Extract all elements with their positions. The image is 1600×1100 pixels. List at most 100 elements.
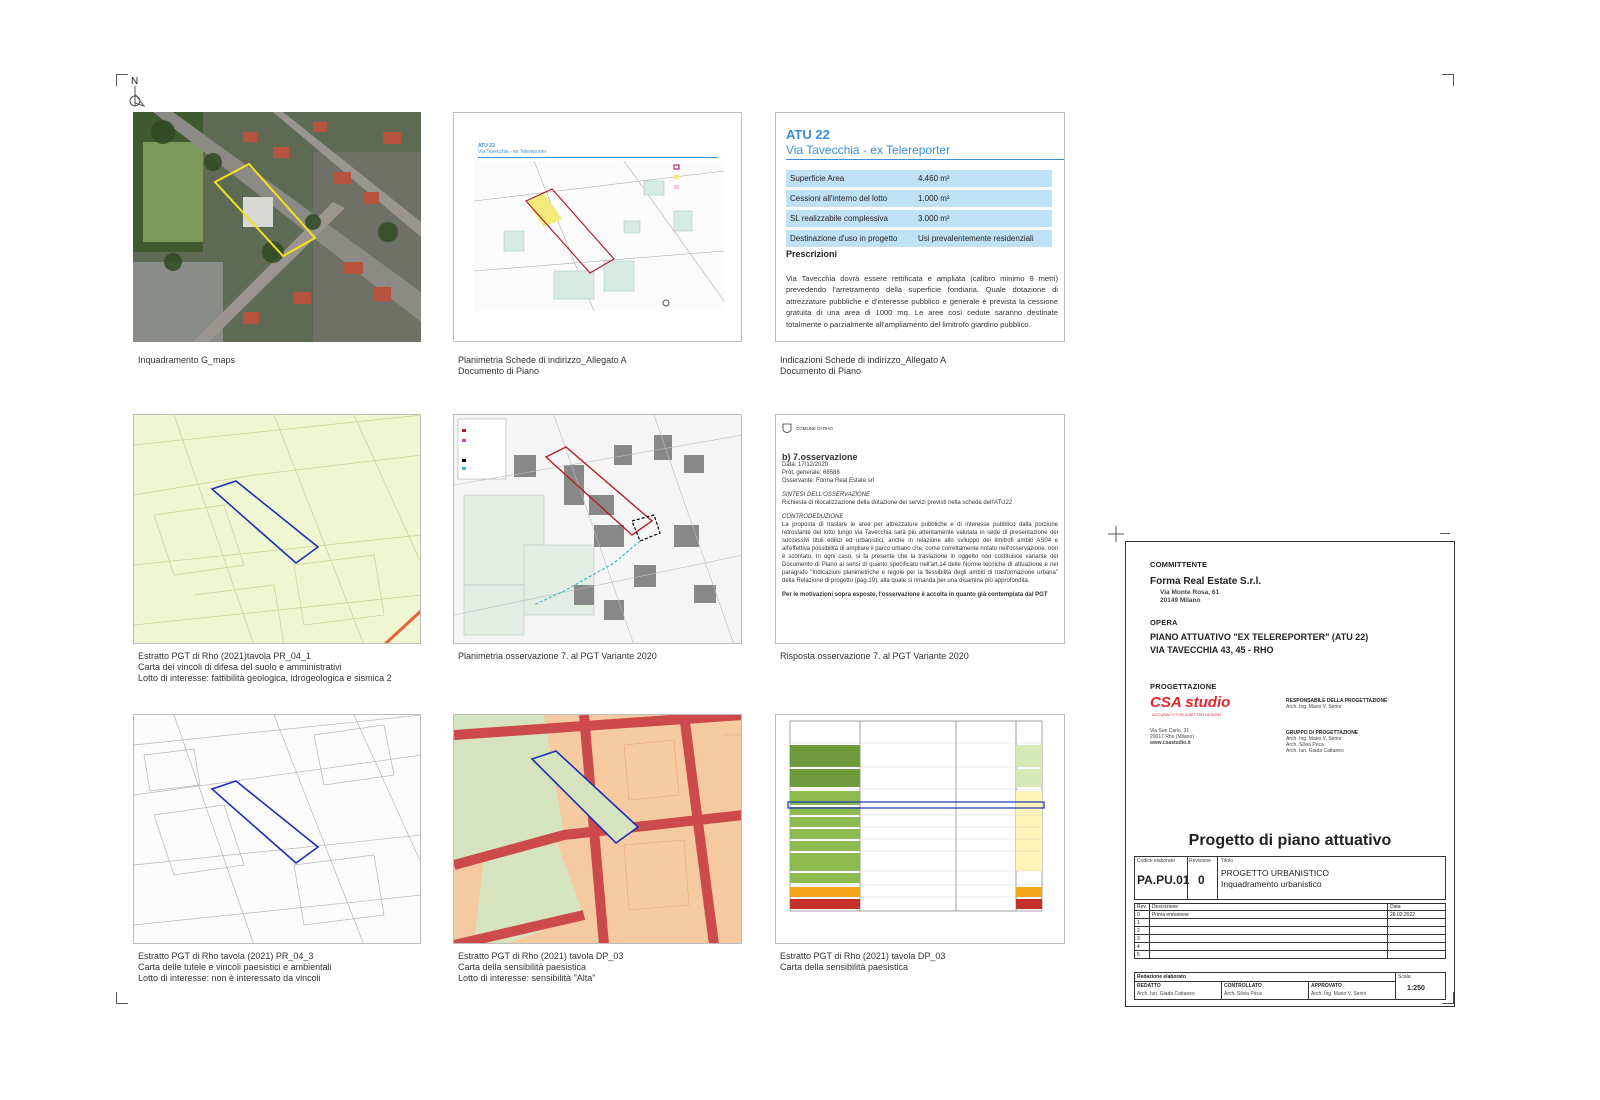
north-arrow: N xyxy=(128,76,154,108)
scala-label: Scala xyxy=(1398,974,1411,980)
dp03-map xyxy=(454,715,741,943)
prescrizioni-heading: Prescrizioni xyxy=(786,249,838,259)
caption-plan-allegato: Planimetria Schede di indirizzo_Allegato… xyxy=(458,355,627,376)
date-header: Data xyxy=(1387,903,1446,911)
aerial-photo xyxy=(133,112,421,342)
atu-key: Destinazione d'uso in progetto xyxy=(786,230,914,247)
pr04-1-map-panel xyxy=(133,414,421,644)
titolo-line-1: PROGETTO URBANISTICO xyxy=(1221,868,1329,878)
studio-logo: CSA studio xyxy=(1150,694,1231,711)
atu-key: SL realizzabile complessiva xyxy=(786,210,914,227)
observation-doc-panel: COMUNE DI RHO b) 7.osservazione Data: 17… xyxy=(775,414,1065,644)
revision-table: Rev. Descrizione Data 0 Prima emissione 28… xyxy=(1134,903,1446,959)
rev-number: 2 xyxy=(1134,926,1150,935)
approvato-name: Arch. Ing. Mario V. Serini xyxy=(1311,991,1367,997)
rev-number: 5 xyxy=(1134,950,1150,959)
rev-number: 0 xyxy=(1134,910,1150,919)
revision-row: 3 xyxy=(1134,934,1446,943)
redatto-label: REDATTO xyxy=(1137,983,1161,989)
redazione-label: Redazione elaborato xyxy=(1137,974,1186,980)
pr04-1-map xyxy=(134,415,420,643)
opera-line-2: VIA TAVECCHIA 43, 45 - RHO xyxy=(1150,645,1274,655)
client-name: Forma Real Estate S.r.l. xyxy=(1150,576,1262,587)
caption-aerial: Inquadramento G_maps xyxy=(138,355,236,365)
caption-pr04-3: Estratto PGT di Rho tavola (2021) PR_04_… xyxy=(138,951,332,983)
atu-value: Usi prevalentemente residenziali xyxy=(914,230,1052,247)
controllato-name: Arch. Silvia Peca xyxy=(1224,991,1262,997)
codice-value: PA.PU.01 xyxy=(1137,873,1190,887)
plan-mini-rule xyxy=(478,157,718,158)
rev-date: 28.02.2022 xyxy=(1387,910,1446,919)
plan-allegato-panel: ATU 22 Via Tavecchia - ex Telereporter xyxy=(453,112,742,342)
signature-block: Redazione elaborato Scala REDATTO CONTRO… xyxy=(1134,972,1446,1000)
sensitivity-table xyxy=(776,715,1064,943)
atu-key: Cessioni all'interno del lotto xyxy=(786,190,914,207)
sintesi-text: Richiesta di rilocalizzazione della dota… xyxy=(782,500,1013,506)
scala-value: 1:250 xyxy=(1407,985,1425,992)
caption-dp03: Estratto PGT di Rho (2021) tavola DP_03 … xyxy=(458,951,624,983)
studio-web: www.csastudio.it xyxy=(1150,740,1191,746)
titolo-line-2: Inquadramento urbanistico xyxy=(1221,879,1322,889)
observation-conclusion: Per le motivazioni sopra esposte, l'osse… xyxy=(782,592,1048,598)
pr04-3-map-panel xyxy=(133,714,421,944)
municipal-crest-icon xyxy=(782,423,792,433)
rev-header: Rev. xyxy=(1134,903,1150,911)
revision-header-row: Rev. Descrizione Data xyxy=(1134,903,1446,911)
revision-row: 4 xyxy=(1134,942,1446,951)
controdeduzione-label: CONTRODEDUZIONE xyxy=(782,514,844,520)
rev-date xyxy=(1387,926,1446,935)
caption-observation-doc: Risposta osservazione 7. al PGT Variante… xyxy=(780,651,969,661)
codice-label: Codice elaborato xyxy=(1137,858,1175,864)
rev-description xyxy=(1148,926,1389,935)
caption-observation-plan: Planimetria osservazione 7. al PGT Varia… xyxy=(458,651,657,661)
studio-tagline: ACCURACY FOR A BETTER DESIGN xyxy=(1152,712,1221,717)
revision-row: 1 xyxy=(1134,918,1446,927)
redatto-name: Arch. Iun. Giada Cattaneo xyxy=(1137,991,1195,997)
committente-label: COMMITTENTE xyxy=(1150,560,1208,569)
rev-date xyxy=(1387,950,1446,959)
observation-plan-map xyxy=(454,415,741,643)
atu-card-panel: ATU 22 Via Tavecchia - ex Telereporter S… xyxy=(775,112,1065,342)
observation-title: b) 7.osservazione xyxy=(782,452,858,462)
controllato-label: CONTROLLATO xyxy=(1224,983,1262,989)
rev-description xyxy=(1148,942,1389,951)
caption-atu-card: Indicazioni Schede di indirizzo_Allegato… xyxy=(780,355,947,376)
rev-description xyxy=(1148,950,1389,959)
main-title: Progetto di piano attuativo xyxy=(1188,832,1392,849)
atu-row: Destinazione d'uso in progetto Usi preval… xyxy=(786,230,1052,247)
atu-title: ATU 22 xyxy=(786,127,830,142)
crop-mark-bottom-left xyxy=(116,992,128,1004)
progettazione-label: PROGETTAZIONE xyxy=(1150,682,1217,691)
revision-row: 2 xyxy=(1134,926,1446,935)
sensitivity-table-panel xyxy=(775,714,1065,944)
plan-mini-subtitle: Via Tavecchia - ex Telereporter xyxy=(478,149,547,155)
rev-date xyxy=(1387,934,1446,943)
revision-row: 5 xyxy=(1134,950,1446,959)
approvato-label: APPROVATO xyxy=(1311,983,1342,989)
rev-description xyxy=(1148,934,1389,943)
title-block: COMMITTENTE Forma Real Estate S.r.l. Via… xyxy=(1125,541,1455,1007)
client-address-1: Via Monte Rosa, 61 xyxy=(1160,589,1220,596)
titolo-label: Titolo xyxy=(1221,858,1234,864)
municipality-label: COMUNE DI RHO xyxy=(796,426,833,431)
dp03-map-panel xyxy=(453,714,742,944)
atu-value: 1.000 m² xyxy=(914,190,1052,207)
observation-doc: COMUNE DI RHO b) 7.osservazione Data: 17… xyxy=(782,423,1058,599)
rev-number: 3 xyxy=(1134,934,1150,943)
rev-description: Prima emissione xyxy=(1148,910,1389,919)
observation-meta-osservante: Osservante: Forma Real Estate srl xyxy=(782,478,875,484)
atu-row: Cessioni all'interno del lotto 1.000 m² xyxy=(786,190,1052,207)
crop-mark-top-right xyxy=(1442,74,1454,86)
sintesi-label: SINTESI DELL'OSSERVAZIONE xyxy=(782,492,871,498)
registration-dash xyxy=(1440,533,1450,534)
atu-table: Superficie Area 4.460 m² Cessioni all'int… xyxy=(786,167,1052,250)
desc-header: Descrizione xyxy=(1148,903,1389,911)
rev-date xyxy=(1387,942,1446,951)
code-row: Codice elaborato Revisione Titolo PA.PU.… xyxy=(1134,856,1446,900)
controdeduzione-text: La proposta di traslare le aree per attr… xyxy=(782,522,1058,584)
atu-subtitle: Via Tavecchia - ex Telereporter xyxy=(786,143,951,157)
rev-number: 1 xyxy=(1134,918,1150,927)
observation-meta-prot: Prot. generale: 68588 xyxy=(782,470,840,476)
atu-rule xyxy=(786,159,1064,160)
rev-description xyxy=(1148,918,1389,927)
